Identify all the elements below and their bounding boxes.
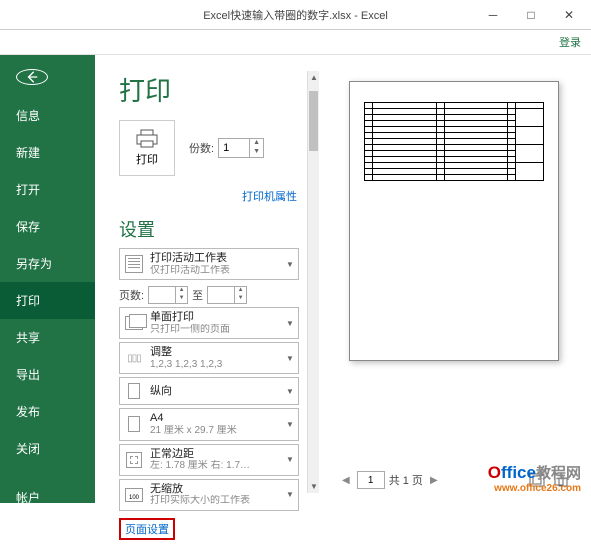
setting-margins[interactable]: 正常边距 左: 1.78 厘米 右: 1.7… ▼ (119, 444, 299, 476)
sidebar-item-save[interactable]: 保存 (0, 208, 95, 245)
window-title: Excel快速输入带圈的数字.xlsx - Excel (203, 7, 388, 23)
setting-paper[interactable]: A4 21 厘米 x 29.7 厘米 ▼ (119, 408, 299, 440)
chevron-down-icon: ▼ (286, 319, 294, 328)
page-setup-link[interactable]: 页面设置 (119, 518, 175, 540)
chevron-down-icon: ▼ (286, 260, 294, 269)
next-page-button[interactable]: ▶ (427, 475, 441, 486)
page-icon (125, 316, 143, 330)
chevron-down-icon: ▼ (286, 420, 294, 429)
copies-input[interactable] (219, 142, 249, 154)
sidebar-item-print[interactable]: 打印 (0, 282, 95, 319)
sidebar-item-publish[interactable]: 发布 (0, 393, 95, 430)
pages-to-label: 至 (192, 287, 203, 303)
setting-scale[interactable]: 100 无缩放 打印实际大小的工作表 ▼ (119, 479, 299, 511)
copies-label: 份数: (189, 140, 214, 156)
chevron-down-icon: ▼ (286, 354, 294, 363)
settings-title: 设置 (119, 216, 299, 242)
printer-properties-link[interactable]: 打印机属性 (119, 188, 297, 204)
copies-up[interactable]: ▲ (250, 139, 263, 148)
copies-down[interactable]: ▼ (250, 148, 263, 157)
print-preview-page (349, 81, 559, 361)
sidebar-item-saveas[interactable]: 另存为 (0, 245, 95, 282)
copies-spinner[interactable]: ▲▼ (218, 138, 264, 158)
back-button[interactable] (16, 69, 48, 85)
paper-icon (128, 416, 140, 432)
margins-icon (126, 452, 142, 468)
scroll-down-icon[interactable]: ▼ (310, 482, 318, 491)
page-total-label: 共 1 页 (389, 472, 423, 488)
page-number-input[interactable] (357, 471, 385, 489)
chevron-down-icon: ▼ (286, 490, 294, 499)
sidebar-item-share[interactable]: 共享 (0, 319, 95, 356)
print-button-label: 打印 (136, 151, 158, 167)
setting-oneside[interactable]: 单面打印 只打印一侧的页面 ▼ (119, 307, 299, 339)
watermark-logo: Office教程网 www.office26.com (488, 464, 581, 494)
scrollbar-thumb[interactable] (309, 91, 318, 151)
worksheet-icon (125, 255, 143, 273)
minimize-button[interactable]: ─ (475, 3, 511, 27)
maximize-button[interactable]: □ (513, 3, 549, 27)
close-button[interactable]: ✕ (551, 3, 587, 27)
pages-from[interactable]: ▲▼ (148, 286, 188, 304)
prev-page-button[interactable]: ◀ (339, 475, 353, 486)
pages-to[interactable]: ▲▼ (207, 286, 247, 304)
sidebar-item-export[interactable]: 导出 (0, 356, 95, 393)
sidebar-item-close[interactable]: 关闭 (0, 430, 95, 467)
scroll-up-icon[interactable]: ▲ (310, 73, 318, 82)
sidebar-item-account[interactable]: 帐户 (0, 479, 95, 516)
sidebar-item-new[interactable]: 新建 (0, 134, 95, 171)
setting-orientation[interactable]: 纵向 ▼ (119, 377, 299, 405)
arrow-left-icon (25, 70, 39, 84)
portrait-icon (128, 383, 140, 399)
sidebar-item-info[interactable]: 信息 (0, 97, 95, 134)
backstage-sidebar: 信息 新建 打开 保存 另存为 打印 共享 导出 发布 关闭 帐户 选项 (0, 55, 95, 503)
chevron-down-icon: ▼ (286, 387, 294, 396)
setting-collate[interactable]: ▯▯▯ 调整 1,2,3 1,2,3 1,2,3 ▼ (119, 342, 299, 374)
login-link[interactable]: 登录 (0, 30, 591, 55)
sidebar-item-open[interactable]: 打开 (0, 171, 95, 208)
settings-scrollbar[interactable]: ▲ ▼ (307, 71, 319, 493)
printer-icon (134, 129, 160, 149)
chevron-down-icon: ▼ (286, 455, 294, 464)
sidebar-item-options[interactable]: 选项 (0, 516, 95, 553)
collate-icon: ▯▯▯ (127, 353, 141, 364)
print-button[interactable]: 打印 (119, 120, 175, 176)
page-title: 打印 (119, 71, 299, 108)
setting-print-what[interactable]: 打印活动工作表 仅打印活动工作表 ▼ (119, 248, 299, 280)
preview-table (364, 102, 544, 181)
pages-label: 页数: (119, 287, 144, 303)
